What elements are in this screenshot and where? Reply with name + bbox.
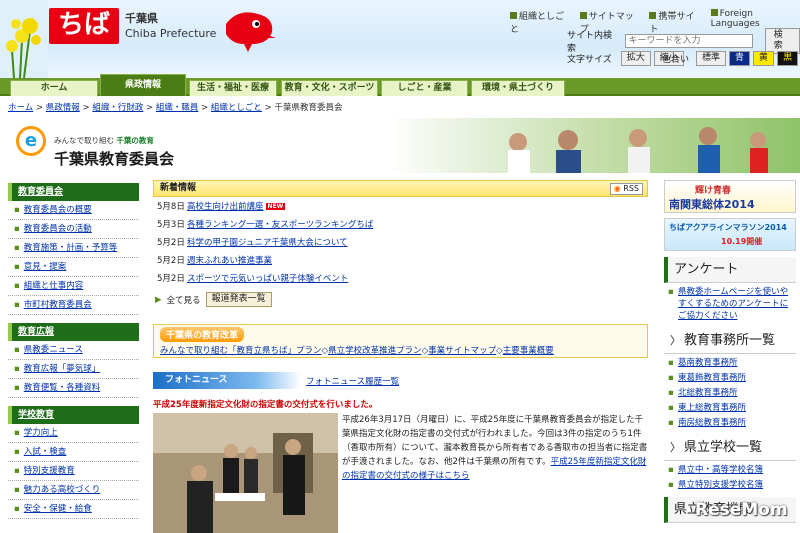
news-item: 5月2日 週末ふれあい推進事業 bbox=[157, 256, 273, 266]
nanohana-flower-illustration bbox=[0, 0, 48, 78]
left-nav-item[interactable]: 教育便覧・各種資料 bbox=[8, 379, 139, 398]
news-link[interactable]: 週末ふれあい推進事業 bbox=[187, 256, 272, 266]
color-yellow-button[interactable]: 黄 bbox=[753, 51, 775, 66]
text-size-large-button[interactable]: 拡大 bbox=[620, 51, 651, 66]
left-nav-head-board[interactable]: 教育委員会 bbox=[8, 183, 139, 201]
new-badge: NEW bbox=[265, 203, 286, 210]
chiba-kun-mascot-icon bbox=[226, 12, 276, 52]
news-link[interactable]: 高校生向け出前講座 bbox=[187, 202, 264, 212]
breadcrumb-current: 千葉県教育委員会 bbox=[274, 103, 343, 113]
office-link[interactable]: 東上総教育事務所 bbox=[664, 402, 796, 414]
color-standard-button[interactable]: 標準 bbox=[696, 51, 727, 66]
left-nav-item[interactable]: 教育委員会の活動 bbox=[8, 220, 139, 239]
header: ちば 千葉県 Chiba Prefecture 組織としごと サイトマップ 携帯… bbox=[0, 0, 800, 78]
rss-icon: ◉ bbox=[613, 184, 621, 193]
education-reform-box: 千葉県の教育改革 みんなで取り組む「教育立県ちば」プラン◇県立学校改革推進プラン… bbox=[153, 324, 648, 358]
news-more: ▶ 全て見る 報道発表一覧 bbox=[153, 292, 648, 307]
reform-link[interactable]: 主要事業概要 bbox=[503, 346, 554, 356]
left-nav-item[interactable]: 教育施策・計画・予算等 bbox=[8, 239, 139, 258]
photo-news-title: フォトニュース bbox=[153, 372, 301, 389]
tab-home[interactable]: ホーム bbox=[10, 80, 98, 96]
reform-link[interactable]: みんなで取り組む「教育立県ちば」プラン bbox=[160, 346, 322, 356]
left-nav-item[interactable]: 県教委ニュース bbox=[8, 341, 139, 360]
office-link[interactable]: 南房総教育事務所 bbox=[664, 417, 796, 429]
ceremony-photo bbox=[153, 413, 338, 533]
office-link[interactable]: 葛南教育事務所 bbox=[664, 357, 796, 369]
search-input[interactable] bbox=[624, 34, 753, 48]
page-title: 千葉県教育委員会 bbox=[54, 150, 175, 168]
news-link[interactable]: 科学の甲子園ジュニア千葉県大会について bbox=[187, 238, 348, 248]
left-nav-item[interactable]: 組織と仕事内容 bbox=[8, 277, 139, 296]
color-blue-button[interactable]: 青 bbox=[729, 51, 751, 66]
breadcrumb-home[interactable]: ホーム bbox=[8, 103, 33, 113]
education-e-logo-icon: e bbox=[16, 126, 46, 156]
left-nav-item[interactable]: 安全・保健・給食 bbox=[8, 500, 139, 519]
left-nav-item[interactable]: 教育委員会の概要 bbox=[8, 201, 139, 220]
school-link[interactable]: 県立特別支援学校名簿 bbox=[664, 479, 796, 491]
office-link[interactable]: 東葛飾教育事務所 bbox=[664, 372, 796, 384]
arrow-icon: ▶ bbox=[155, 294, 162, 305]
students-photo bbox=[508, 127, 768, 173]
breadcrumb-org-staff[interactable]: 組織・職員 bbox=[156, 103, 199, 113]
photo-history-link[interactable]: フォトニュース履歴一覧 bbox=[306, 375, 399, 387]
aqualine-marathon-banner[interactable]: ちばアクアラインマラソン2014 10.19開催 bbox=[664, 218, 796, 251]
main-content: 新着情報 ◉ RSS 5月8日 高校生向け出前講座 NEW 5月3日 各種ランキング一… bbox=[153, 180, 648, 533]
breadcrumb: ホーム > 県政情報 > 組織・行財政 > 組織・職員 > 組織としごと > 千… bbox=[8, 103, 343, 113]
resemom-watermark: ReseMom bbox=[695, 500, 788, 520]
tab-life-welfare[interactable]: 生活・福祉・医療 bbox=[189, 80, 277, 96]
news-link[interactable]: スポーツで元気いっぱい親子体験イベント bbox=[187, 274, 348, 284]
reform-link[interactable]: 事業サイトマップ bbox=[428, 346, 496, 356]
tab-work-industry[interactable]: しごと・産業 bbox=[381, 80, 468, 96]
util-link-org[interactable]: 組織としごと bbox=[510, 9, 570, 35]
left-nav: 教育委員会 教育委員会の概要 教育委員会の活動 教育施策・計画・予算等 意見・提… bbox=[8, 183, 139, 519]
inter-high-banner[interactable]: 輝け青春 南関東総体2014 bbox=[664, 180, 796, 213]
tab-prefectural-info[interactable]: 県政情報 bbox=[100, 74, 186, 96]
prefecture-name-ja: 千葉県 bbox=[125, 12, 158, 25]
tab-education-culture[interactable]: 教育・文化・スポーツ bbox=[281, 80, 378, 96]
photo-news-header: フォトニュース フォトニュース履歴一覧 bbox=[153, 372, 648, 389]
rss-button[interactable]: ◉ RSS bbox=[609, 183, 643, 195]
breadcrumb-org-work[interactable]: 組織としごと bbox=[211, 103, 262, 113]
left-nav-item[interactable]: 学力向上 bbox=[8, 424, 139, 443]
survey-heading: アンケート bbox=[664, 257, 796, 283]
survey-link[interactable]: 県教委ホームページを使いやすくするためのアンケートにご協力ください bbox=[664, 286, 796, 322]
color-label: 色合い bbox=[662, 55, 690, 65]
news-item: 5月8日 高校生向け出前講座 NEW bbox=[157, 202, 286, 212]
photo-text: 平成26年3月17日（月曜日）に、平成25年度に千葉県教育委員会が指定した千葉県… bbox=[342, 415, 648, 481]
reform-link[interactable]: 県立学校改革推進プラン bbox=[328, 346, 422, 356]
right-column: 輝け青春 南関東総体2014 ちばアクアラインマラソン2014 10.19開催 … bbox=[664, 180, 796, 523]
chiba-logo[interactable]: ちば bbox=[49, 8, 119, 44]
banner-slogan: みんなで取り組む 千葉の教育 bbox=[54, 136, 154, 145]
photo-headline: 平成25年度新指定文化財の指定書の交付式を行いました。 bbox=[153, 400, 378, 410]
press-release-button[interactable]: 報道発表一覧 bbox=[205, 292, 272, 307]
left-nav-item[interactable]: 入試・検査 bbox=[8, 443, 139, 462]
news-item: 5月2日 スポーツで元気いっぱい親子体験イベント bbox=[157, 274, 349, 284]
global-nav: ホーム 県政情報 生活・福祉・医療 教育・文化・スポーツ しごと・産業 環境・県… bbox=[0, 74, 800, 96]
office-heading: 教育事務所一覧 bbox=[664, 328, 796, 354]
breadcrumb-org-finance[interactable]: 組織・行財政 bbox=[92, 103, 143, 113]
left-nav-head-pr[interactable]: 教育広報 bbox=[8, 323, 139, 341]
office-link[interactable]: 北総教育事務所 bbox=[664, 387, 796, 399]
left-nav-head-school[interactable]: 学校教育 bbox=[8, 406, 139, 424]
breadcrumb-prefinfo[interactable]: 県政情報 bbox=[46, 103, 80, 113]
color-black-button[interactable]: 黒 bbox=[777, 51, 799, 66]
left-nav-item[interactable]: 教育広報「夢気球」 bbox=[8, 360, 139, 379]
school-heading: 県立学校一覧 bbox=[664, 435, 796, 461]
see-all-link[interactable]: 全て見る bbox=[167, 294, 201, 306]
left-nav-item[interactable]: 意見・提案 bbox=[8, 258, 139, 277]
reform-links: みんなで取り組む「教育立県ちば」プラン◇県立学校改革推進プラン◇事業サイトマップ… bbox=[160, 346, 554, 356]
reform-title: 千葉県の教育改革 bbox=[160, 327, 245, 342]
news-item: 5月3日 各種ランキング一選・友スポーツランキングちば bbox=[157, 220, 374, 230]
left-nav-item[interactable]: 特別支援教育 bbox=[8, 462, 139, 481]
left-nav-item[interactable]: 魅力ある高校づくり bbox=[8, 481, 139, 500]
left-nav-item[interactable]: 市町村教育委員会 bbox=[8, 296, 139, 315]
school-link[interactable]: 県立中・高等学校名簿 bbox=[664, 464, 796, 476]
text-size-label: 文字サイズ bbox=[567, 55, 612, 65]
news-header: 新着情報 ◉ RSS bbox=[153, 180, 648, 197]
prefecture-name-en: Chiba Prefecture bbox=[125, 27, 217, 40]
news-link[interactable]: 各種ランキング一選・友スポーツランキングちば bbox=[187, 220, 373, 230]
color-control: 色合い 標準 青 黄 黒 bbox=[662, 51, 799, 66]
tab-environment[interactable]: 環境・県土づくり bbox=[471, 80, 565, 96]
news-item: 5月2日 科学の甲子園ジュニア千葉県大会について bbox=[157, 238, 348, 248]
